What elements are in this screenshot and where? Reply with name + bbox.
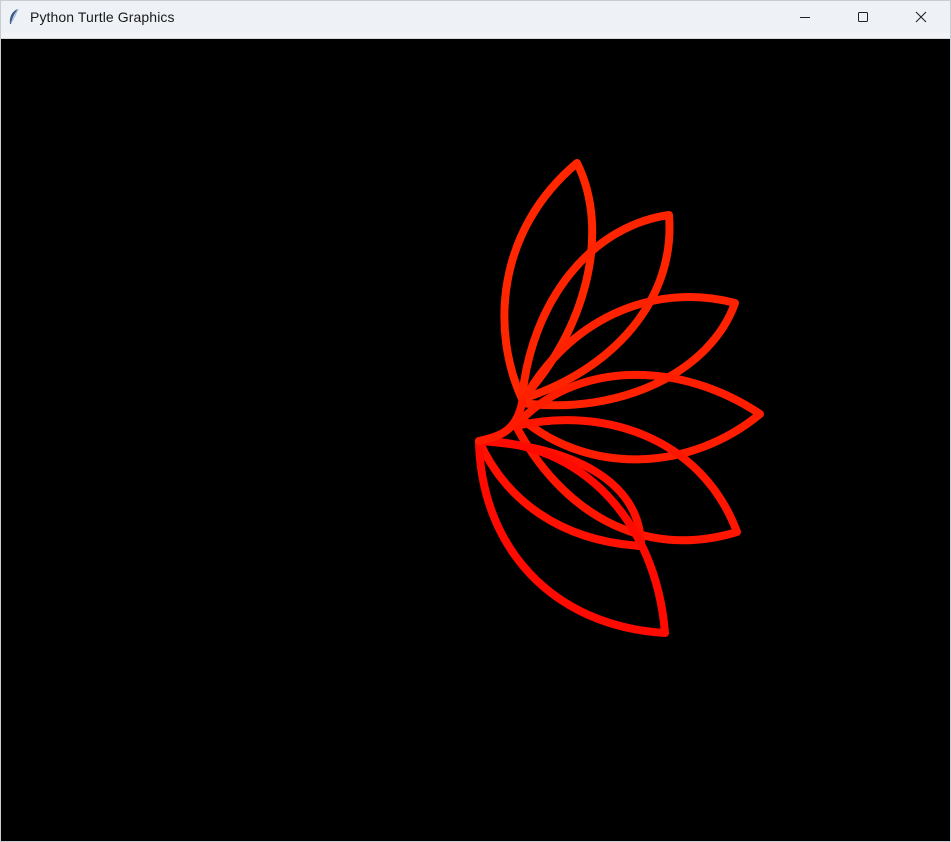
window-controls xyxy=(776,1,950,33)
title-bar[interactable]: Python Turtle Graphics xyxy=(1,1,950,33)
close-icon xyxy=(915,11,927,23)
drawing-surface xyxy=(475,159,764,637)
turtle-window: Python Turtle Graphics xyxy=(0,0,951,842)
close-button[interactable] xyxy=(892,1,950,33)
feather-icon xyxy=(6,8,22,25)
minimize-button[interactable] xyxy=(776,1,834,33)
maximize-button[interactable] xyxy=(834,1,892,33)
minimize-icon xyxy=(800,17,810,18)
turtle-canvas[interactable] xyxy=(1,39,950,841)
petal-7 xyxy=(475,437,669,637)
petal-base xyxy=(475,399,526,445)
window-title: Python Turtle Graphics xyxy=(30,9,175,25)
maximize-icon xyxy=(858,12,868,22)
